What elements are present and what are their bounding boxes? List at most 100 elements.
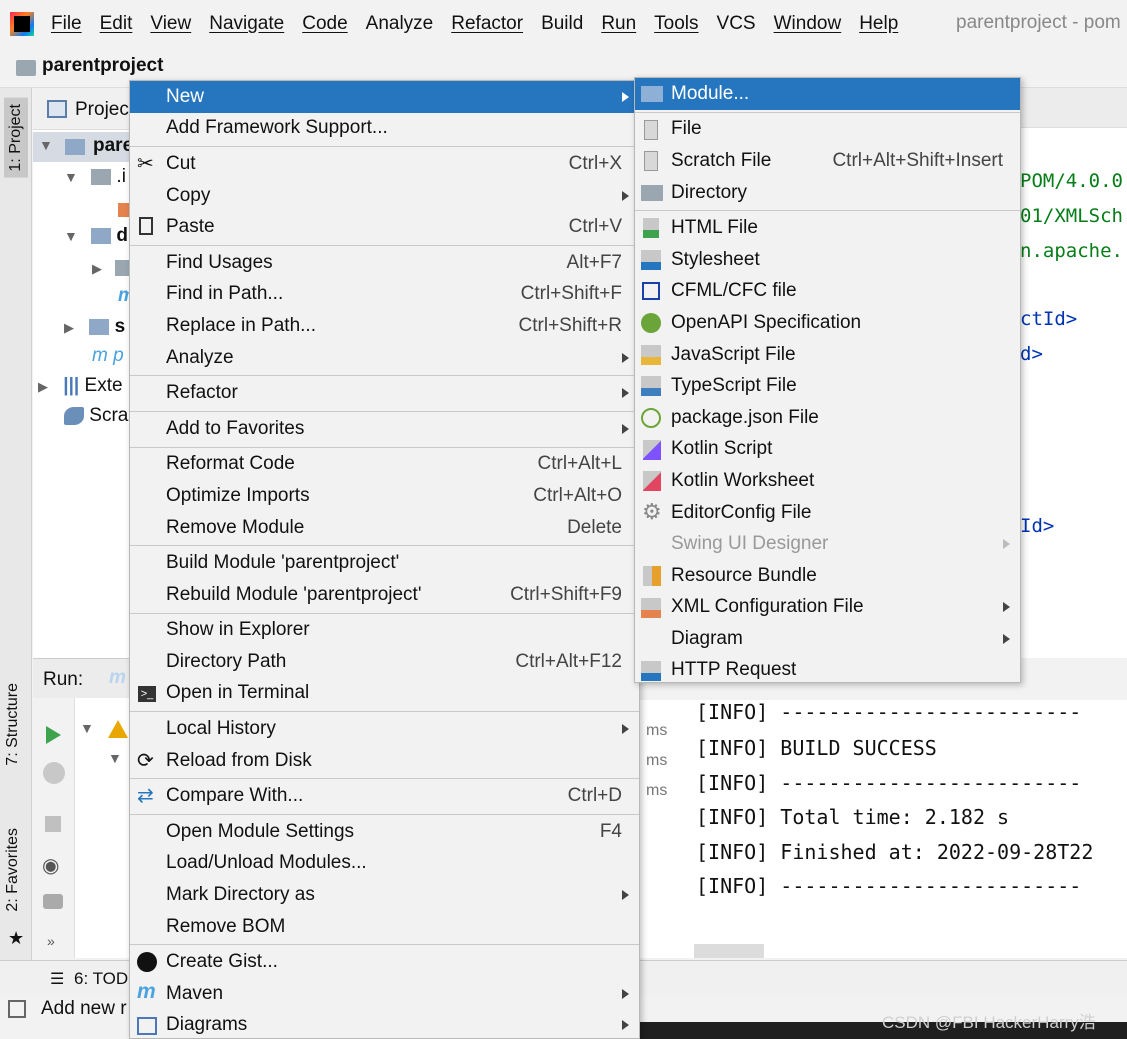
left-tool-stripe: 1: Project 7: Structure 2: Favorites ★ [0, 88, 32, 960]
menu-item-reformat-code[interactable]: Reformat Code Ctrl+Alt+L [130, 449, 639, 481]
menu-item-cut[interactable]: ✂ Cut Ctrl+X [130, 148, 639, 180]
tree-row-external-libraries[interactable]: ▶ ||| Exte [38, 375, 123, 397]
camera-icon[interactable] [43, 894, 63, 909]
menu-item-mark-directory-as[interactable]: Mark Directory as [130, 879, 639, 911]
menu-item-rebuild-module[interactable]: Rebuild Module 'parentproject' Ctrl+Shif… [130, 579, 639, 611]
menu-item-add-to-favorites[interactable]: Add to Favorites [130, 413, 639, 445]
submenu-item-module[interactable]: Module... [635, 78, 1020, 110]
menu-edit[interactable]: Edit [91, 13, 142, 35]
menu-tools[interactable]: Tools [645, 13, 707, 35]
tree-row-selected[interactable]: ▼ pare [33, 132, 133, 162]
menu-item-label: Copy [166, 184, 211, 206]
menu-view[interactable]: View [141, 13, 200, 35]
tree-item-label: Exte [84, 375, 123, 396]
tree-row[interactable]: ▶ [92, 257, 130, 279]
menu-item-directory-path[interactable]: Directory Path Ctrl+Alt+F12 [130, 646, 639, 678]
submenu-item-diagram[interactable]: Diagram [635, 623, 1020, 655]
project-panel-title[interactable]: Projec [75, 99, 129, 121]
submenu-item-editorconfig-file[interactable]: ⚙ EditorConfig File [635, 497, 1020, 529]
menu-item-show-in-explorer[interactable]: Show in Explorer [130, 615, 639, 647]
menu-item-load-unload-modules[interactable]: Load/Unload Modules... [130, 848, 639, 880]
menu-help[interactable]: Help [850, 13, 907, 35]
menu-item-label: Paste [166, 216, 215, 238]
menu-item-find-usages[interactable]: Find Usages Alt+F7 [130, 247, 639, 279]
submenu-item-package-json-file[interactable]: package.json File [635, 402, 1020, 434]
submenu-item-typescript-file[interactable]: TypeScript File [635, 370, 1020, 402]
menu-item-label: Stylesheet [671, 248, 760, 270]
menu-item-new[interactable]: New [130, 81, 639, 113]
run-icon[interactable] [46, 726, 61, 744]
rerun-icon[interactable] [43, 762, 65, 784]
submenu-item-directory[interactable]: Directory [635, 177, 1020, 209]
submenu-item-http-request[interactable]: HTTP Request [635, 655, 1020, 687]
submenu-item-javascript-file[interactable]: JavaScript File [635, 339, 1020, 371]
menu-item-add-framework-support[interactable]: Add Framework Support... [130, 113, 639, 145]
tab-structure[interactable]: 7: Structure [4, 683, 22, 766]
menu-item-find-in-path[interactable]: Find in Path... Ctrl+Shift+F [130, 279, 639, 311]
menu-item-diagrams[interactable]: Diagrams [130, 1010, 639, 1039]
menu-analyze[interactable]: Analyze [357, 13, 443, 35]
menu-code[interactable]: Code [293, 13, 356, 35]
more-icon[interactable]: » [47, 933, 55, 949]
menu-item-local-history[interactable]: Local History [130, 713, 639, 745]
menu-item-paste[interactable]: Paste Ctrl+V [130, 211, 639, 243]
menu-window[interactable]: Window [765, 13, 851, 35]
css-file-icon [641, 249, 661, 270]
submenu-arrow-icon [622, 388, 629, 399]
menu-item-optimize-imports[interactable]: Optimize Imports Ctrl+Alt+O [130, 480, 639, 512]
submenu-arrow-icon [622, 890, 629, 901]
menu-item-open-in-terminal[interactable]: >_ Open in Terminal [130, 678, 639, 710]
menu-item-copy[interactable]: Copy [130, 180, 639, 212]
submenu-item-swing-ui-designer[interactable]: Swing UI Designer [635, 528, 1020, 560]
submenu-arrow-icon [1003, 602, 1010, 613]
menu-item-build-module[interactable]: Build Module 'parentproject' [130, 547, 639, 579]
menu-item-replace-in-path[interactable]: Replace in Path... Ctrl+Shift+R [130, 310, 639, 342]
submenu-item-xml-configuration-file[interactable]: XML Configuration File [635, 592, 1020, 624]
module-folder-icon [89, 318, 110, 335]
tab-favorites[interactable]: 2: Favorites [4, 828, 22, 912]
submenu-item-scratch-file[interactable]: Scratch File Ctrl+Alt+Shift+Insert [635, 145, 1020, 177]
menu-item-remove-bom[interactable]: Remove BOM [130, 911, 639, 943]
menu-item-create-gist[interactable]: Create Gist... [130, 946, 639, 978]
horizontal-scrollbar[interactable] [694, 944, 764, 958]
menu-refactor[interactable]: Refactor [442, 13, 532, 35]
tree-row-scratches[interactable]: Scra [64, 405, 128, 427]
submenu-item-kotlin-script[interactable]: Kotlin Script [635, 434, 1020, 466]
menu-item-shortcut: F4 [599, 820, 622, 842]
menu-item-refactor[interactable]: Refactor [130, 377, 639, 409]
stop-icon[interactable] [45, 816, 61, 832]
submenu-item-resource-bundle[interactable]: Resource Bundle [635, 560, 1020, 592]
menu-item-reload-from-disk[interactable]: ⟳ Reload from Disk [130, 745, 639, 777]
menu-vcs[interactable]: VCS [708, 13, 765, 35]
submenu-arrow-icon [622, 352, 629, 363]
submenu-item-openapi-specification[interactable]: OpenAPI Specification [635, 307, 1020, 339]
submenu-item-kotlin-worksheet[interactable]: Kotlin Worksheet [635, 465, 1020, 497]
menu-item-label: Find Usages [166, 251, 273, 273]
menu-item-compare-with[interactable]: ⇄ Compare With... Ctrl+D [130, 780, 639, 812]
folder-icon [641, 184, 663, 201]
menu-build[interactable]: Build [532, 13, 592, 35]
tree-row[interactable]: ▼ .i [64, 166, 126, 188]
tree-row[interactable]: ▼ d [64, 225, 128, 247]
eye-icon[interactable]: ◉ [42, 853, 59, 878]
breadcrumb-project[interactable]: parentproject [42, 55, 163, 77]
submenu-item-html-file[interactable]: HTML File [635, 212, 1020, 244]
menu-item-analyze[interactable]: Analyze [130, 342, 639, 374]
tree-row[interactable]: m p [92, 345, 124, 367]
menu-file[interactable]: File [42, 13, 91, 35]
menu-separator [130, 244, 639, 246]
folder-icon [115, 259, 130, 276]
tab-project[interactable]: 1: Project [4, 98, 28, 178]
menu-item-remove-module[interactable]: Remove Module Delete [130, 512, 639, 544]
tree-row[interactable]: ▶ s [64, 316, 125, 338]
submenu-item-cfml-file[interactable]: CFML/CFC file [635, 276, 1020, 308]
submenu-item-file[interactable]: File [635, 114, 1020, 146]
module-folder-icon [91, 227, 112, 244]
submenu-item-stylesheet[interactable]: Stylesheet [635, 244, 1020, 276]
project-view-icon [47, 100, 67, 118]
status-toggle-icon[interactable] [8, 1000, 26, 1018]
menu-item-open-module-settings[interactable]: Open Module Settings F4 [130, 816, 639, 848]
menu-navigate[interactable]: Navigate [200, 13, 293, 35]
menu-run[interactable]: Run [592, 13, 645, 35]
menu-item-maven[interactable]: m Maven [130, 978, 639, 1010]
